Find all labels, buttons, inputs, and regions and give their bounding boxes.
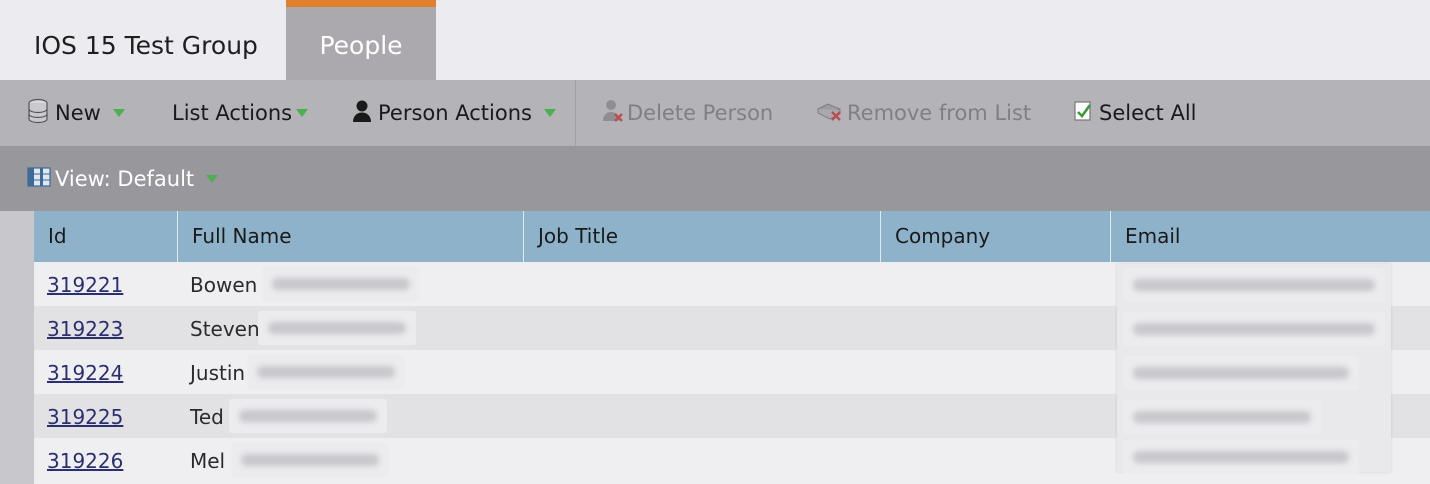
- toolbar-divider: [575, 80, 576, 146]
- list-actions-label: List Actions: [172, 101, 293, 125]
- id-link[interactable]: 319221: [47, 262, 123, 306]
- view-bar: View: Default: [0, 146, 1430, 211]
- column-header-email[interactable]: Email: [1111, 211, 1430, 262]
- database-icon: [27, 98, 49, 129]
- chevron-down-icon: [296, 109, 309, 117]
- table-view-icon: [27, 166, 51, 192]
- redacted-email: [1123, 440, 1359, 474]
- view-label: View: Default: [55, 167, 195, 191]
- full-name-first: Justin: [190, 361, 246, 385]
- remove-from-list-label: Remove from List: [847, 101, 1032, 125]
- column-header-job-title[interactable]: Job Title: [524, 211, 881, 262]
- full-name-first: Steven: [190, 317, 260, 341]
- grid-gutter: [0, 211, 34, 484]
- person-actions-label: Person Actions: [378, 101, 532, 125]
- id-link[interactable]: 319224: [47, 350, 123, 394]
- delete-person-button[interactable]: Delete Person: [601, 80, 773, 146]
- redacted-email: [1123, 312, 1385, 346]
- id-link[interactable]: 319223: [47, 306, 123, 350]
- chevron-down-icon: [206, 175, 219, 183]
- column-header-company[interactable]: Company: [881, 211, 1111, 262]
- full-name-first: Mel: [190, 449, 226, 473]
- column-header-full-name[interactable]: Full Name: [178, 211, 524, 262]
- redacted-email: [1123, 356, 1359, 390]
- redacted-last-name: [231, 443, 389, 477]
- id-link[interactable]: 319225: [47, 394, 123, 438]
- redacted-last-name: [229, 399, 387, 433]
- list-actions-button[interactable]: List Actions: [172, 80, 309, 146]
- table-header: Id Full Name Job Title Company Email: [34, 211, 1430, 262]
- remove-from-list-icon: [815, 99, 845, 128]
- redacted-last-name: [247, 355, 405, 389]
- person-icon: [352, 99, 372, 128]
- tab-people[interactable]: People: [286, 0, 436, 80]
- full-name-first: Ted: [190, 405, 224, 429]
- redacted-last-name: [258, 311, 416, 345]
- redacted-email: [1123, 268, 1385, 302]
- redacted-last-name: [262, 267, 420, 301]
- new-label: New: [55, 101, 101, 125]
- full-name-first: Bowen: [190, 273, 258, 297]
- redacted-email: [1123, 400, 1321, 434]
- redacted-email-column: [1117, 264, 1391, 474]
- chevron-down-icon: [543, 109, 556, 117]
- chevron-down-icon: [112, 109, 125, 117]
- delete-person-icon: [601, 98, 625, 129]
- checkbox-checked-icon: [1073, 99, 1093, 128]
- people-table: Id Full Name Job Title Company Email 319…: [34, 211, 1430, 484]
- select-all-label: Select All: [1099, 101, 1197, 125]
- delete-person-label: Delete Person: [627, 101, 774, 125]
- column-header-id[interactable]: Id: [34, 211, 178, 262]
- remove-from-list-button[interactable]: Remove from List: [815, 80, 1031, 146]
- toolbar: New List Actions Person Actions Delete P…: [0, 80, 1430, 146]
- tab-ios-15-test-group[interactable]: IOS 15 Test Group: [0, 0, 286, 80]
- view-selector[interactable]: View: Default: [27, 146, 219, 212]
- id-link[interactable]: 319226: [47, 438, 123, 482]
- person-actions-button[interactable]: Person Actions: [352, 80, 556, 146]
- new-button[interactable]: New: [27, 80, 125, 146]
- select-all-button[interactable]: Select All: [1073, 80, 1197, 146]
- tab-bar: IOS 15 Test Group People: [0, 0, 1430, 80]
